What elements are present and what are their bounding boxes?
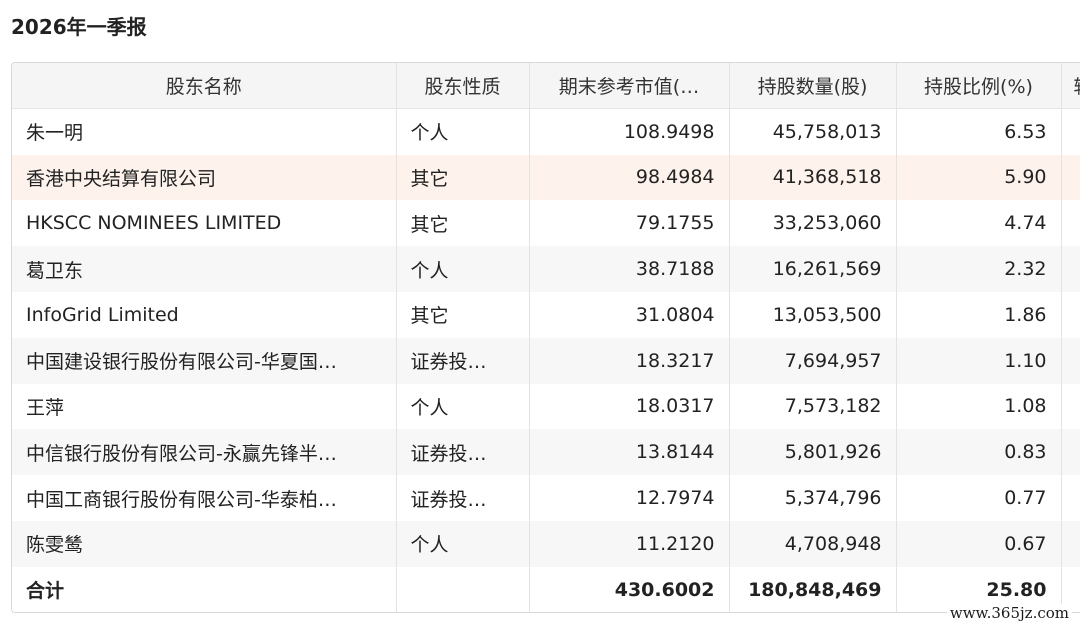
table-row[interactable]: InfoGrid Limited 其它 31.0804 13,053,500 1.86	[12, 291, 1080, 338]
column-header-market-value[interactable]: 期末参考市值(…	[529, 63, 730, 110]
market-value-cell: 98.4984	[529, 154, 730, 201]
change-cell	[1061, 154, 1080, 201]
table-row[interactable]: 葛卫东 个人 38.7188 16,261,569 2.32	[12, 246, 1080, 292]
market-value-cell: 79.1755	[529, 200, 730, 247]
shares-cell: 13,053,500	[729, 291, 897, 338]
market-value-cell: 108.9498	[529, 108, 730, 155]
table-row[interactable]: 陈雯鸶 个人 11.2120 4,708,948 0.67	[12, 520, 1080, 567]
shareholder-type-cell: 证券投…	[396, 337, 530, 384]
ratio-cell: 1.86	[896, 291, 1062, 338]
shareholder-type-cell: 个人	[396, 108, 530, 155]
shareholder-name-cell: 朱一明	[12, 108, 397, 155]
table-row[interactable]: 朱一明 个人 108.9498 45,758,013 6.53	[12, 108, 1080, 155]
table-row[interactable]: 王萍 个人 18.0317 7,573,182 1.08	[12, 383, 1080, 430]
shares-cell: 45,758,013	[729, 108, 897, 155]
market-value-cell: 11.2120	[529, 520, 730, 567]
table-body: 朱一明 个人 108.9498 45,758,013 6.53 香港中央结算有限公司 其它 9…	[12, 108, 1080, 612]
ratio-cell: 0.67	[896, 520, 1062, 567]
ratio-cell: 5.90	[896, 154, 1062, 201]
column-header-type[interactable]: 股东性质	[396, 63, 530, 110]
ratio-cell: 4.74	[896, 200, 1062, 247]
change-cell	[1061, 291, 1080, 338]
shareholders-table: 股东名称 股东性质 期末参考市值(… 持股数量(股) 持股比例(%) 较 朱一明…	[12, 63, 1080, 612]
ratio-cell: 1.08	[896, 383, 1062, 430]
table-row[interactable]: HKSCC NOMINEES LIMITED 其它 79.1755 33,253,06…	[12, 200, 1080, 247]
shares-cell: 5,374,796	[729, 475, 897, 521]
column-header-name[interactable]: 股东名称	[12, 63, 397, 110]
change-cell	[1061, 337, 1080, 384]
shareholders-table-container: 股东名称 股东性质 期末参考市值(… 持股数量(股) 持股比例(%) 较 朱一明…	[11, 62, 1080, 613]
change-cell	[1061, 108, 1080, 155]
market-value-cell: 18.0317	[529, 383, 730, 430]
market-value-cell: 13.8144	[529, 429, 730, 476]
watermark: www.365jz.com	[946, 604, 1072, 622]
market-value-cell: 18.3217	[529, 337, 730, 384]
shareholder-type-cell: 其它	[396, 154, 530, 201]
shares-cell: 7,573,182	[729, 383, 897, 430]
shareholder-name-cell: 王萍	[12, 383, 397, 430]
ratio-cell: 0.77	[896, 475, 1062, 521]
column-header-change[interactable]: 较	[1061, 63, 1080, 110]
shareholder-type-cell: 证券投…	[396, 475, 530, 521]
market-value-cell: 12.7974	[529, 475, 730, 521]
shareholder-name-cell: 中国建设银行股份有限公司-华夏国…	[12, 337, 397, 384]
shares-cell: 41,368,518	[729, 154, 897, 201]
change-cell	[1061, 200, 1080, 247]
shareholder-type-cell: 其它	[396, 200, 530, 247]
shareholder-type-cell: 个人	[396, 246, 530, 292]
report-title: 2026年一季报	[11, 15, 147, 39]
table-row[interactable]: 中国建设银行股份有限公司-华夏国… 证券投… 18.3217 7,694,957 1.1…	[12, 337, 1080, 384]
ratio-cell: 2.32	[896, 246, 1062, 292]
shares-cell: 7,694,957	[729, 337, 897, 384]
market-value-cell: 31.0804	[529, 291, 730, 338]
column-header-ratio[interactable]: 持股比例(%)	[896, 63, 1062, 110]
shares-cell: 5,801,926	[729, 429, 897, 476]
shares-cell: 16,261,569	[729, 246, 897, 292]
shares-cell: 33,253,060	[729, 200, 897, 247]
market-value-cell: 38.7188	[529, 246, 730, 292]
shares-cell: 4,708,948	[729, 520, 897, 567]
change-cell	[1061, 246, 1080, 292]
total-shares-cell: 180,848,469	[729, 566, 897, 612]
column-header-shares[interactable]: 持股数量(股)	[729, 63, 897, 110]
shareholder-name-cell: 香港中央结算有限公司	[12, 154, 397, 201]
ratio-cell: 0.83	[896, 429, 1062, 476]
total-type-cell	[396, 566, 530, 612]
table-row[interactable]: 香港中央结算有限公司 其它 98.4984 41,368,518 5.90	[12, 154, 1080, 201]
shareholder-name-cell: HKSCC NOMINEES LIMITED	[12, 200, 397, 247]
table-header-row: 股东名称 股东性质 期末参考市值(… 持股数量(股) 持股比例(%) 较	[12, 63, 1080, 110]
total-label-cell: 合计	[12, 566, 397, 612]
change-cell	[1061, 520, 1080, 567]
shareholder-name-cell: 陈雯鸶	[12, 520, 397, 567]
change-cell	[1061, 429, 1080, 476]
shareholder-type-cell: 证券投…	[396, 429, 530, 476]
table-row[interactable]: 中信银行股份有限公司-永赢先锋半… 证券投… 13.8144 5,801,926 0.8…	[12, 429, 1080, 476]
ratio-cell: 1.10	[896, 337, 1062, 384]
shareholder-type-cell: 个人	[396, 520, 530, 567]
table-row[interactable]: 中国工商银行股份有限公司-华泰柏… 证券投… 12.7974 5,374,796 0.7…	[12, 475, 1080, 521]
total-market-value-cell: 430.6002	[529, 566, 730, 612]
shareholder-name-cell: 中国工商银行股份有限公司-华泰柏…	[12, 475, 397, 521]
shareholder-type-cell: 个人	[396, 383, 530, 430]
table-total-row: 合计 430.6002 180,848,469 25.80	[12, 566, 1080, 612]
ratio-cell: 6.53	[896, 108, 1062, 155]
page: 2026年一季报 股东名称 股东性质 期末参考市值(… 持股数量(股) 持股比例…	[0, 0, 1080, 628]
shareholder-name-cell: 中信银行股份有限公司-永赢先锋半…	[12, 429, 397, 476]
shareholder-name-cell: InfoGrid Limited	[12, 291, 397, 338]
shareholder-type-cell: 其它	[396, 291, 530, 338]
change-cell	[1061, 475, 1080, 521]
shareholder-name-cell: 葛卫东	[12, 246, 397, 292]
change-cell	[1061, 383, 1080, 430]
